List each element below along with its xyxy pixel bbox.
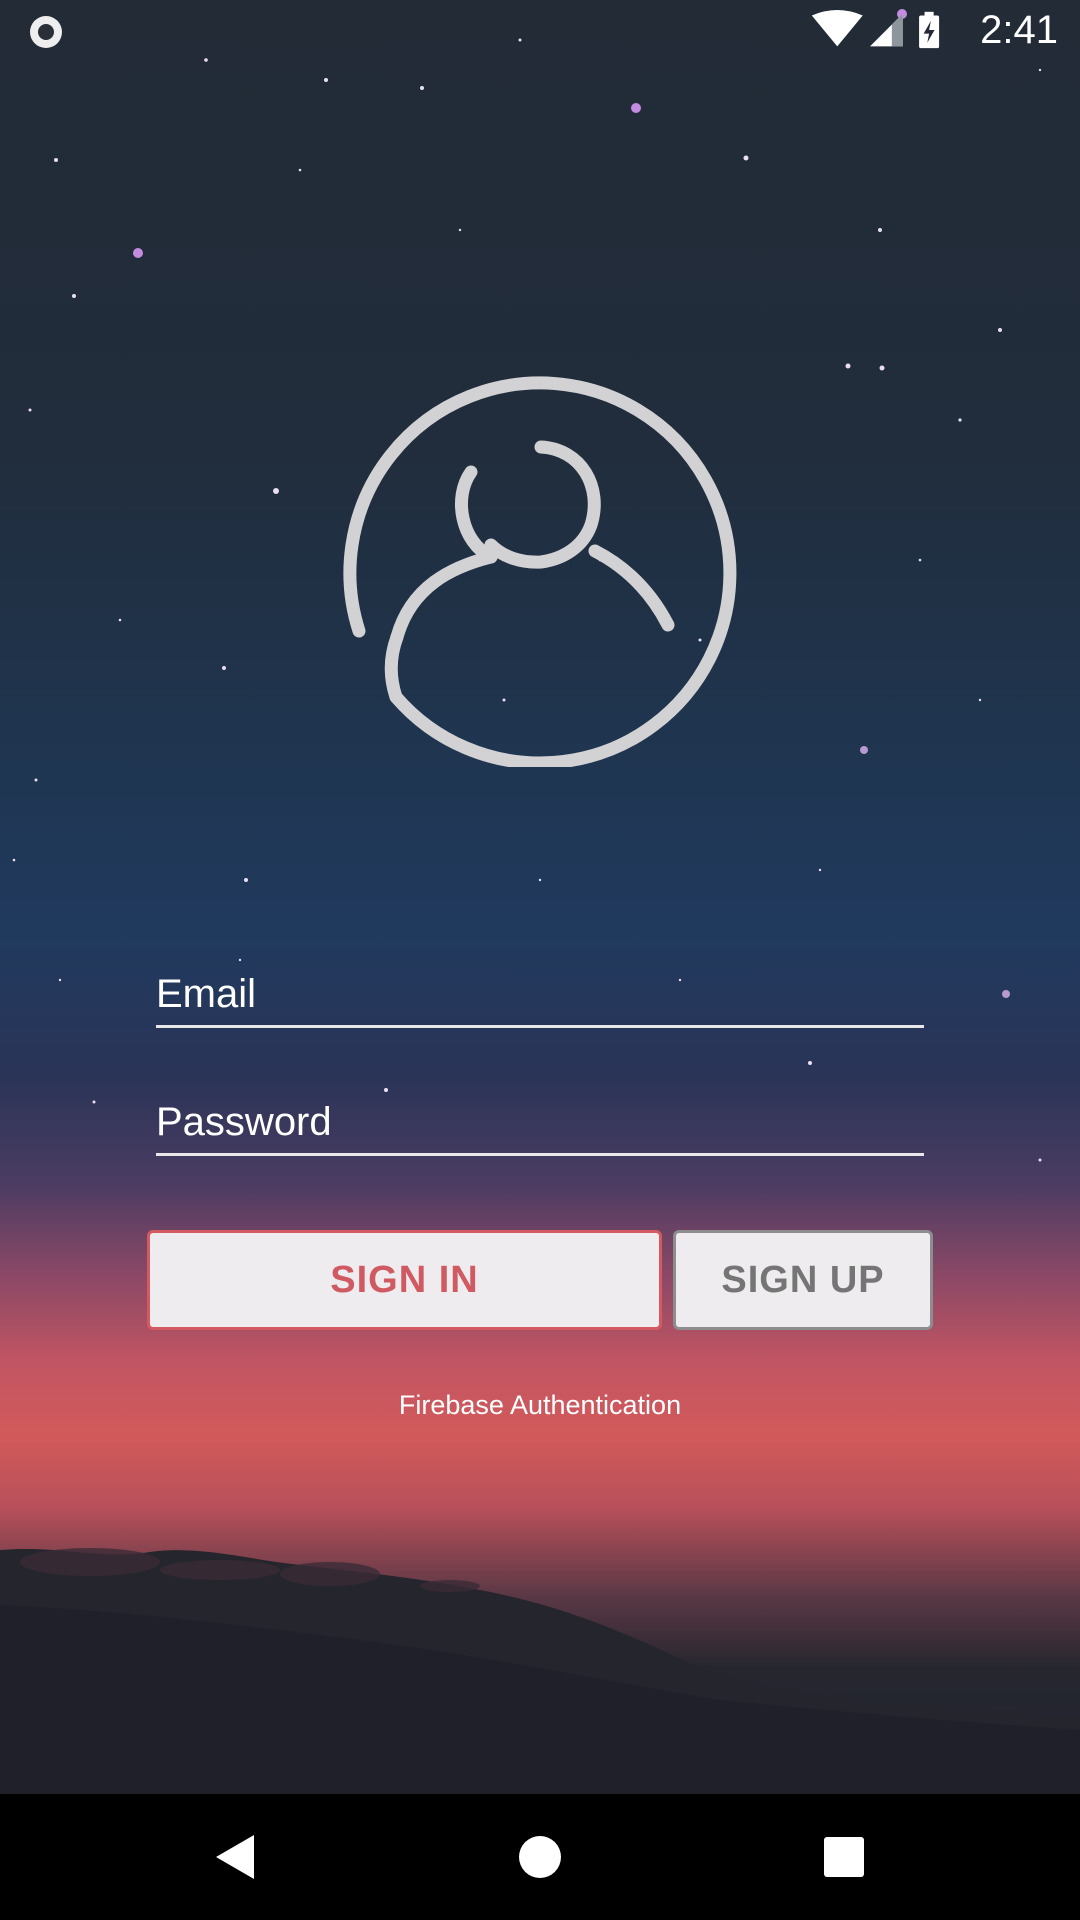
login-screen: 2:41 SIGN IN SIGN UP Firebase Authentica…: [0, 0, 1080, 1794]
password-field[interactable]: [156, 1083, 924, 1156]
recents-icon[interactable]: [774, 1794, 914, 1920]
navigation-bar: [0, 1794, 1080, 1920]
status-icons-group: [811, 10, 940, 49]
back-icon[interactable]: [166, 1794, 306, 1920]
status-clock: 2:41: [980, 8, 1058, 52]
hills-silhouette: [0, 1548, 1080, 1794]
firebase-auth-caption: Firebase Authentication: [398, 1390, 682, 1420]
record-indicator-icon: [30, 16, 62, 48]
battery-charging-icon: [919, 11, 940, 49]
email-input[interactable]: [156, 972, 924, 1017]
sign-in-button[interactable]: SIGN IN: [147, 1230, 662, 1330]
home-icon[interactable]: [470, 1794, 610, 1920]
password-input[interactable]: [156, 1100, 924, 1145]
status-bar: 2:41: [0, 0, 1080, 63]
wifi-icon: [811, 10, 863, 47]
user-circle-icon: [343, 376, 737, 767]
sign-up-button[interactable]: SIGN UP: [673, 1230, 933, 1330]
email-field[interactable]: [156, 955, 924, 1028]
